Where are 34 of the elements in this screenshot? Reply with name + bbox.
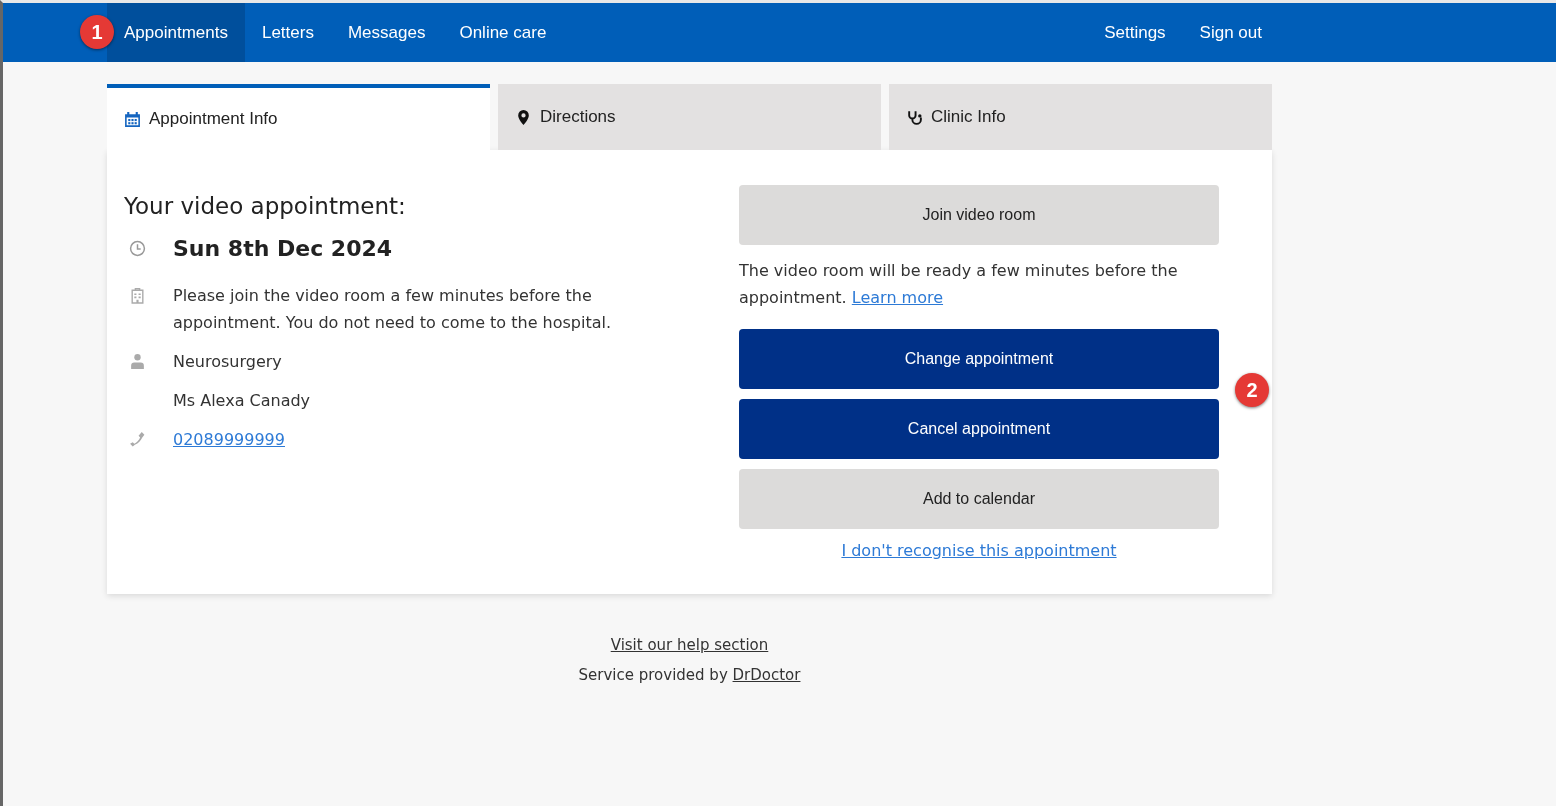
nav-link[interactable]: Letters bbox=[244, 3, 331, 62]
info-text: The video room will be ready a few minutes before the appointment. Learn more bbox=[739, 260, 1179, 309]
tab[interactable]: Directions bbox=[498, 84, 881, 150]
action-button[interactable]: Cancel appointment bbox=[739, 399, 1219, 459]
detail-text: Neurosurgery bbox=[173, 351, 282, 373]
clock-icon bbox=[129, 240, 146, 257]
action-button[interactable]: Change appointment bbox=[739, 329, 1219, 389]
provider-link[interactable]: DrDoctor bbox=[732, 666, 801, 684]
phone-link[interactable]: 02089999999 bbox=[173, 426, 285, 453]
learn-more-link[interactable]: Learn more bbox=[851, 288, 944, 307]
stethoscope-icon bbox=[906, 108, 923, 126]
action-button[interactable]: Add to calendar bbox=[739, 469, 1219, 529]
action-button[interactable]: Join video room bbox=[739, 185, 1219, 245]
building-icon bbox=[129, 287, 146, 304]
detail-text: Ms Alexa Canady bbox=[173, 390, 311, 412]
help-link[interactable]: Visit our help section bbox=[610, 636, 769, 654]
footer-text: Service provided by bbox=[578, 666, 728, 684]
phone-icon bbox=[129, 431, 146, 448]
nav-link[interactable]: Online care bbox=[442, 3, 564, 62]
detail-text: Please join the video room a few minutes before the appointment. You do not need to come to the hospital. bbox=[173, 285, 613, 334]
tab[interactable]: Appointment Info bbox=[107, 84, 490, 150]
tab[interactable]: Clinic Info bbox=[889, 84, 1272, 150]
person-icon bbox=[129, 353, 146, 370]
callout-badge: 1 bbox=[80, 15, 114, 49]
calendar-icon bbox=[124, 110, 141, 128]
location-pin-icon bbox=[515, 108, 532, 126]
callout-badge: 2 bbox=[1235, 373, 1269, 407]
appointment-heading: Your video appointment: bbox=[124, 193, 407, 219]
nav-link[interactable]: Settings bbox=[1087, 3, 1183, 62]
nav-link[interactable]: Appointments bbox=[107, 3, 245, 62]
unrecognised-link[interactable]: I don't recognise this appointment bbox=[841, 541, 1117, 560]
nav-link[interactable]: Sign out bbox=[1182, 3, 1279, 62]
nav-link[interactable]: Messages bbox=[330, 3, 443, 62]
appointment-date: Sun 8th Dec 2024 bbox=[173, 235, 393, 262]
